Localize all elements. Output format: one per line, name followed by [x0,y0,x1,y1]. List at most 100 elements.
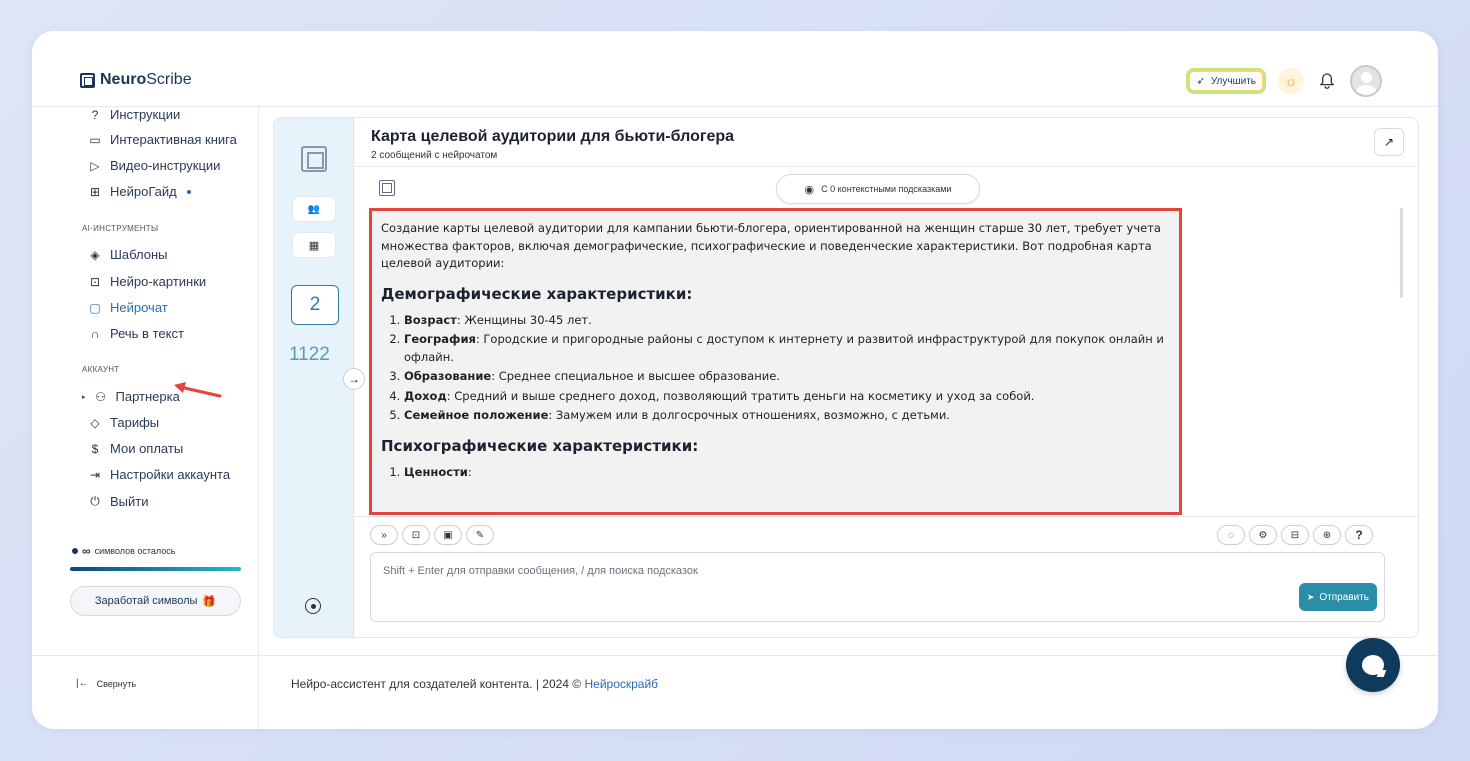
collapse-label: Свернуть [96,678,137,689]
sidebar-item-label: Видео-инструкции [110,158,221,173]
collapse-sidebar-button[interactable]: |← Свернуть [76,678,136,689]
top-actions: ➶ Улучшить ☼ [1186,65,1382,97]
footer-text: Нейро-ассистент для создателей контента.… [291,677,658,691]
top-bar: NeuroScribe ➶ Улучшить ☼ [32,31,1438,107]
layout-button[interactable]: ⊟ [1281,525,1309,545]
sidebar-item-speech-to-text[interactable]: ∩ Речь в текст [88,326,184,341]
users-icon: 👥 [307,203,321,215]
palette-icon: ◉ [804,183,815,196]
list-item: Образование: Среднее специальное и высше… [404,368,1170,386]
sidebar-item-logout[interactable]: ⏻ Выйти [88,494,149,509]
list-item: Ценности: [404,464,1170,482]
sidebar-item-label: Нейрочат [110,300,168,315]
sidebar-item-label: НейроГайд [110,184,177,199]
share-icon: ↗ [1383,135,1395,149]
sidebar-item-label: Мои оплаты [110,441,184,456]
header-divider [354,166,1418,167]
psychographics-heading: Психографические характеристики: [381,436,699,455]
context-hints-button[interactable]: ◉ С 0 контекстными подсказками [776,174,980,204]
user-avatar[interactable] [1350,65,1382,97]
sidebar-item-tariffs[interactable]: ◇ Тарифы [88,415,159,430]
collapse-down-button[interactable]: » [370,525,398,545]
messages-scrollbar[interactable] [1400,208,1403,298]
power-icon: ⏻ [90,494,100,508]
input-divider [354,516,1418,517]
message-count: 2 [291,285,339,325]
collapse-icon: |← [76,678,89,689]
notifications-bell-icon[interactable] [1316,70,1338,92]
sidebar-item-video-instructions[interactable]: ▷ Видео-инструкции [88,158,220,173]
apps-grid-button[interactable]: ▦ [292,232,336,258]
psychographics-list: Ценности: [404,464,1170,482]
logo-icon [80,72,95,88]
expand-arrow-button[interactable]: → [343,368,365,390]
magic-wand-button[interactable]: ✎ [466,525,494,545]
ai-tools-section-title: AI-ИНСТРУМЕНТЫ [82,224,159,233]
sidebar-item-partners[interactable]: ▸ ⚇ Партнерка [82,389,180,404]
video-icon: ▷ [90,158,100,173]
app-window: NeuroScribe ➶ Улучшить ☼ ? Инструкции ▭ … [32,31,1438,729]
footer: |← Свернуть Нейро-ассистент для создател… [32,655,1438,729]
message-intro: Создание карты целевой аудитории для кам… [381,221,1161,270]
assistant-message: Создание карты целевой аудитории для кам… [369,208,1182,515]
sidebar-item-label: Партнерка [115,389,180,404]
symbols-label: символов осталось [94,546,176,556]
app-logo[interactable]: NeuroScribe [80,71,192,89]
help-button[interactable]: ? [1345,525,1373,545]
upgrade-label: Улучшить [1210,75,1256,87]
send-icon: ➤ [1306,591,1315,602]
sidebar: ? Инструкции ▭ Интерактивная книга ▷ Вид… [32,107,259,655]
rocket-icon: ➶ [1196,75,1205,87]
status-dot [72,548,78,554]
settings-button[interactable]: ⚙ [1249,525,1277,545]
sidebar-item-templates[interactable]: ◈ Шаблоны [88,247,168,262]
tag-icon: ◇ [90,415,100,430]
list-item: Доход: Средний и выше среднего доход, по… [404,388,1170,406]
save-button[interactable]: ⊡ [402,525,430,545]
logo-light: Scribe [146,71,192,88]
demographics-heading: Демографические характеристики: [381,284,693,303]
footer-sidebar: |← Свернуть [32,656,259,729]
symbols-progress-bar [70,567,241,571]
footer-link[interactable]: Нейроскрайб [584,677,658,691]
target-icon[interactable] [305,598,321,614]
share-button[interactable]: ↗ [1374,128,1404,156]
infinity-symbol: ∞ [82,544,91,558]
sidebar-item-neuro-images[interactable]: ⊡ Нейро-картинки [88,274,206,289]
support-chat-button[interactable] [1346,638,1400,692]
neuroscribe-logo-icon [301,146,327,172]
sidebar-item-payments[interactable]: $ Мои оплаты [88,441,184,456]
login-arrow-icon: ⇥ [89,467,101,482]
puzzle-button[interactable]: ◌ [1217,525,1245,545]
sidebar-item-label: Речь в текст [110,326,184,341]
send-label: Отправить [1319,591,1369,603]
new-indicator-dot [186,189,191,194]
upgrade-button[interactable]: ➶ Улучшить [1186,68,1266,94]
account-section-title: АККАУНТ [82,365,120,374]
theme-toggle-sun-icon[interactable]: ☼ [1278,68,1304,94]
sidebar-item-neuroguide[interactable]: ⊞ НейроГайд [88,184,191,199]
earn-symbols-button[interactable]: Заработай символы 🎁 [70,586,241,616]
earn-label: Заработай символы [94,595,198,607]
question-circle-icon: ? [91,107,99,122]
layers-icon: ◈ [90,247,100,262]
bot-button[interactable]: ⊕ [1313,525,1341,545]
users-group-button[interactable]: 👥 [292,196,336,222]
sidebar-item-instructions[interactable]: ? Инструкции [88,107,181,122]
chat-rail: 👥 ▦ 2 1122 [274,118,354,637]
input-placeholder: Shift + Enter для отправки сообщения, / … [383,565,698,577]
users-icon: ⚇ [95,389,106,404]
message-input[interactable]: Shift + Enter для отправки сообщения, / … [370,552,1385,622]
send-button[interactable]: ➤ Отправить [1298,583,1377,611]
sidebar-item-neurochat[interactable]: ▢ Нейрочат [88,300,168,315]
image-button[interactable]: ▣ [434,525,462,545]
sidebar-item-account-settings[interactable]: ⇥ Настройки аккаунта [88,467,230,482]
sidebar-item-label: Выйти [110,494,149,509]
list-item: Возраст: Женщины 30-45 лет. [404,312,1170,330]
sidebar-item-interactive-book[interactable]: ▭ Интерактивная книга [88,132,237,147]
sidebar-item-label: Шаблоны [110,247,168,262]
caret-right-icon: ▸ [82,393,86,401]
sidebar-item-label: Инструкции [110,107,181,122]
list-item: Семейное положение: Замужем или в долгос… [404,407,1170,425]
token-counter: 1122 [289,344,330,365]
